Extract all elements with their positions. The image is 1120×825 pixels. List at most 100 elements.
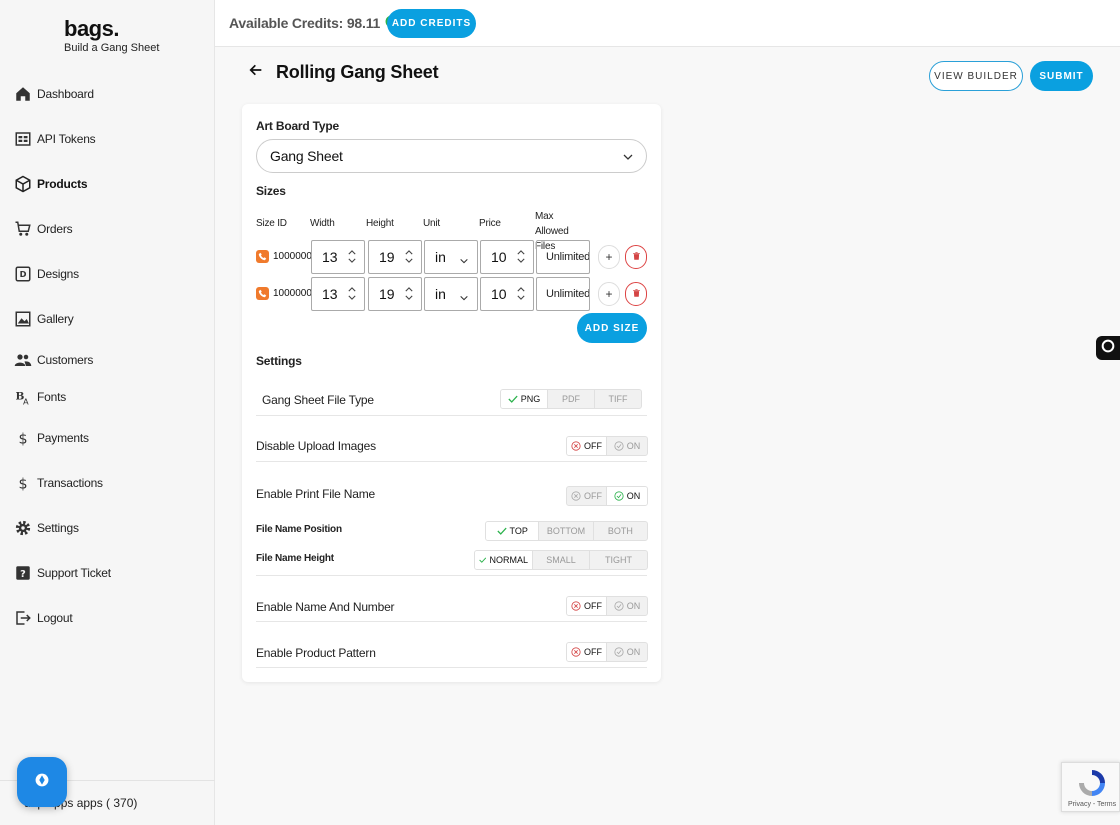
toggle-on-option[interactable]: ON [607,643,647,661]
trash-icon [632,250,641,264]
unit-select[interactable]: in [424,277,478,311]
feedback-tab[interactable] [1096,336,1120,360]
view-builder-button[interactable]: VIEW BUILDER [929,61,1023,91]
svg-text:D: D [20,269,27,279]
add-size-button[interactable]: ADD SIZE [577,313,647,343]
max-files-value: Unlimited [546,251,590,263]
max-files-input[interactable]: Unlimited [536,240,590,274]
sidebar-item-payments[interactable]: $ Payments [14,426,89,450]
delete-row-button[interactable] [625,245,647,269]
sidebar-item-products[interactable]: Products [14,172,88,196]
svg-text:$: $ [18,431,27,447]
add-row-button[interactable]: + [598,245,620,269]
trash-icon [632,287,641,301]
sidebar-item-dashboard[interactable]: Dashboard [14,82,94,106]
brand-logo[interactable]: bags. Build a Gang Sheet [64,16,159,54]
max-files-input[interactable]: Unlimited [536,277,590,311]
add-credits-button[interactable]: ADD CREDITS [387,9,476,38]
sidebar-item-transactions[interactable]: $ Transactions [14,471,103,495]
sidebar-item-api-tokens[interactable]: API Tokens [14,127,96,151]
product-pattern-toggle: OFF ON [566,642,648,662]
toggle-on-option[interactable]: ON [607,597,647,615]
sidebar-item-support-ticket[interactable]: ? Support Ticket [14,561,111,585]
name-number-toggle: OFF ON [566,596,648,616]
x-circle-icon [571,647,581,657]
stepper-arrows-icon[interactable] [348,250,356,263]
toggle-off-option[interactable]: OFF [567,437,608,455]
height-value: 19 [379,249,395,265]
sidebar-item-settings[interactable]: Settings [14,516,79,540]
stepper-arrows-icon[interactable] [517,287,525,300]
file-type-tiff[interactable]: TIFF [595,390,641,408]
recaptcha-badge[interactable]: Privacy - Terms [1061,762,1120,812]
chevron-down-icon [459,253,469,269]
page-header: Rolling Gang Sheet [248,62,439,83]
toggle-on-option[interactable]: ON [607,487,647,505]
file-type-png[interactable]: PNG [501,390,548,408]
submit-button[interactable]: SUBMIT [1030,61,1093,91]
phone-icon [256,250,269,263]
page-title: Rolling Gang Sheet [276,62,439,82]
sidebar-item-label: Payments [37,431,89,445]
chevron-down-icon [459,290,469,306]
product-pattern-label: Enable Product Pattern [256,646,376,660]
position-both[interactable]: BOTH [594,522,647,540]
stepper-arrows-icon[interactable] [517,250,525,263]
chat-icon [31,769,53,796]
add-row-button[interactable]: + [598,282,620,306]
check-circle-icon [614,647,624,657]
toggle-on-option[interactable]: ON [607,437,647,455]
toggle-off-option[interactable]: OFF [567,597,608,615]
sidebar-item-label: Fonts [37,390,67,404]
plus-icon: + [605,287,613,301]
size-id-value: 10000000 [273,288,311,299]
position-bottom[interactable]: BOTTOM [539,522,594,540]
file-type-segmented: PNG PDF TIFF [500,389,642,409]
cart-icon [14,220,32,238]
plus-icon: + [605,250,613,264]
artboard-type-label: Art Board Type [256,119,339,133]
print-file-name-setting: Enable Print File Name OFF ON File Name … [256,462,648,576]
height-normal[interactable]: NORMAL [475,551,533,569]
sidebar-item-fonts[interactable]: BA Fonts [14,385,67,409]
price-input[interactable]: 10 [480,240,534,274]
artboard-type-select[interactable]: Gang Sheet [256,139,647,173]
brand-name: bags. [64,16,119,41]
position-top[interactable]: TOP [486,522,540,540]
size-row: 10000000 13 19 in 10 Unlimited + [256,277,651,311]
recaptcha-logo-icon [1076,767,1108,804]
height-input[interactable]: 19 [368,277,422,311]
sidebar: bags. Build a Gang Sheet Dashboard API T… [0,0,215,825]
height-tight[interactable]: TIGHT [590,551,647,569]
settings-label: Settings [256,354,302,368]
height-small[interactable]: SMALL [533,551,591,569]
width-value: 13 [322,249,338,265]
height-input[interactable]: 19 [368,240,422,274]
unit-value: in [435,249,446,265]
sidebar-item-gallery[interactable]: Gallery [14,307,74,331]
stepper-arrows-icon[interactable] [405,250,413,263]
width-input[interactable]: 13 [311,277,365,311]
unit-select[interactable]: in [424,240,478,274]
file-type-pdf[interactable]: PDF [548,390,595,408]
sidebar-item-designs[interactable]: D Designs [14,262,79,286]
delete-row-button[interactable] [625,282,647,306]
sidebar-item-logout[interactable]: Logout [14,606,73,630]
chat-launcher-button[interactable] [17,757,67,807]
sidebar-item-label: Designs [37,267,79,281]
max-files-value: Unlimited [546,288,590,300]
back-arrow-icon[interactable] [248,62,264,83]
print-file-name-label: Enable Print File Name [256,487,375,501]
sidebar-item-orders[interactable]: Orders [14,217,73,241]
sidebar-item-customers[interactable]: Customers [14,348,93,372]
price-input[interactable]: 10 [480,277,534,311]
stepper-arrows-icon[interactable] [348,287,356,300]
toggle-off-option[interactable]: OFF [567,643,608,661]
sidebar-item-label: Gallery [37,312,74,326]
toggle-off-option[interactable]: OFF [567,487,608,505]
recaptcha-links[interactable]: Privacy - Terms [1068,801,1116,808]
home-icon [14,85,32,103]
stepper-arrows-icon[interactable] [405,287,413,300]
sidebar-item-label: Logout [37,611,73,625]
width-input[interactable]: 13 [311,240,365,274]
